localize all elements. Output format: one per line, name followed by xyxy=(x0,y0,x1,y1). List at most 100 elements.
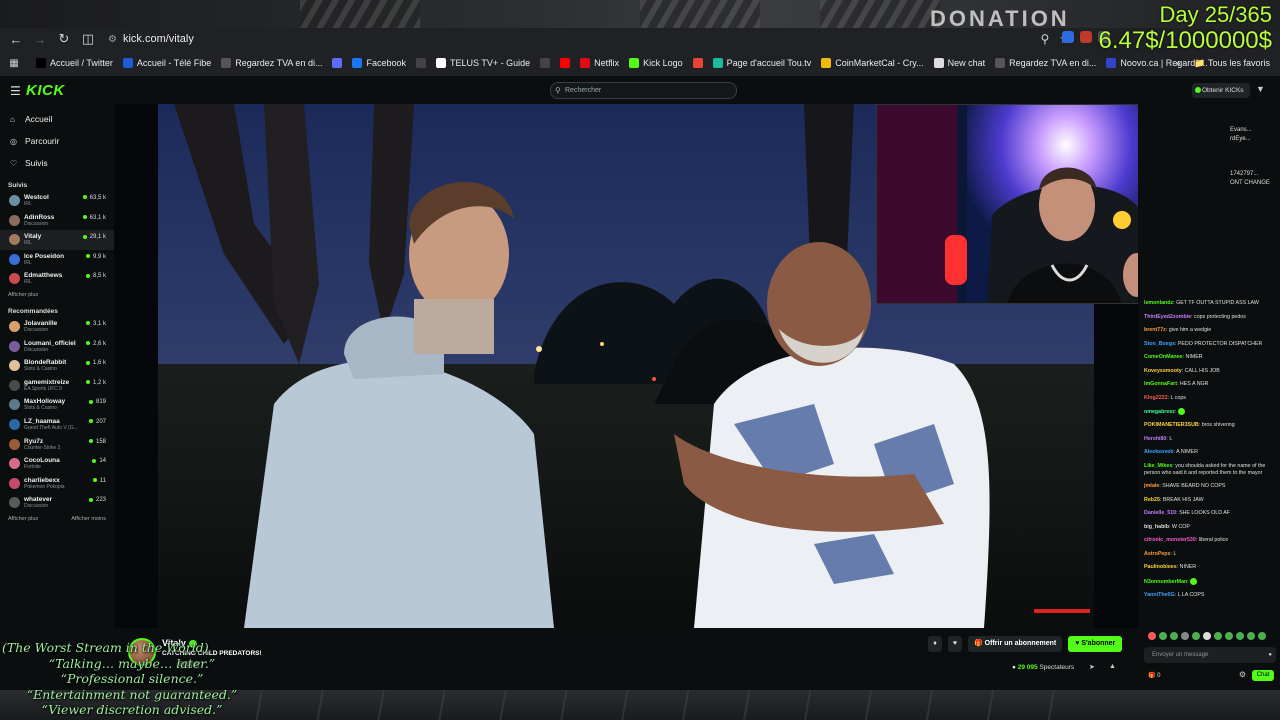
bookmark-item[interactable] xyxy=(415,58,426,68)
channel-category: IRL xyxy=(24,240,32,247)
chat-username[interactable]: Like_Mikes xyxy=(1144,463,1172,469)
menu-icon[interactable]: ☰ xyxy=(10,84,21,98)
show-less-link[interactable]: Afficher moins xyxy=(71,516,106,522)
chat-username[interactable]: big_habib xyxy=(1144,524,1169,530)
emote-icon[interactable] xyxy=(1148,632,1156,640)
channel-row[interactable]: Edmatthews IRL 8,5 k xyxy=(0,269,114,289)
share-icon[interactable]: ➤ xyxy=(1089,663,1095,671)
chat-username[interactable]: Klog2222 xyxy=(1144,395,1168,401)
emote-icon[interactable] xyxy=(1258,632,1266,640)
bookmark-item[interactable]: Accueil / Twitter xyxy=(36,58,113,68)
show-more-link[interactable]: Afficher plus xyxy=(8,292,38,298)
avatar[interactable]: ▼ xyxy=(1256,84,1266,94)
emote-icon[interactable] xyxy=(1181,632,1189,640)
chat-username[interactable]: AstroPeps xyxy=(1144,551,1171,557)
channel-row[interactable]: whatever Discussion 223 xyxy=(0,493,114,513)
bookmark-item[interactable]: TELUS TV+ - Guide xyxy=(435,58,530,68)
chat-username[interactable]: ImGonnaFart xyxy=(1144,381,1177,387)
channel-row[interactable]: gamemixtreize EA Sports UFC 5 1,2 k xyxy=(0,376,114,396)
chat-points[interactable]: 🎁 0 xyxy=(1148,672,1161,679)
chat-username[interactable]: Hershi80 xyxy=(1144,436,1166,442)
chat-input[interactable]: Envoyer un message ● xyxy=(1144,647,1276,663)
emote-icon[interactable] xyxy=(1247,632,1255,640)
channel-row[interactable]: MaxHolloway Slots & Casino 819 xyxy=(0,395,114,415)
bookmark-item[interactable]: New chat xyxy=(933,58,986,68)
channel-row[interactable]: LZ_haamaa Grand Theft Auto V (G... 207 xyxy=(0,415,114,435)
extension-icon[interactable] xyxy=(1062,31,1074,43)
channel-row[interactable]: Westcol IRL 63,5 k xyxy=(0,191,114,211)
zoom-icon[interactable]: ⚲ xyxy=(1040,32,1049,46)
chat-username[interactable]: brent77z xyxy=(1144,327,1166,333)
channel-row[interactable]: Vitaly IRL 29,1 k xyxy=(0,230,114,250)
chat-username[interactable]: Reb25 xyxy=(1144,497,1160,503)
chat-settings-icon[interactable]: ⚙ xyxy=(1239,670,1246,679)
chat-username[interactable]: YanniThe0G xyxy=(1144,592,1175,598)
channel-row[interactable]: Loumani_officiel Discussion 2,6 k xyxy=(0,337,114,357)
emote-icon[interactable] xyxy=(1170,632,1178,640)
emote-icon[interactable] xyxy=(1203,632,1211,640)
emote-icon[interactable] xyxy=(1225,632,1233,640)
kick-logo[interactable]: KICK xyxy=(26,82,65,99)
chat-username[interactable]: POKIMANETIER3SUB xyxy=(1144,422,1199,428)
more-bookmarks-icon[interactable]: » xyxy=(1175,58,1180,68)
extension-icon[interactable] xyxy=(1080,31,1092,43)
sidebar-item-suivis[interactable]: ♡ Suivis xyxy=(10,152,114,174)
bookmark-item[interactable] xyxy=(332,58,343,68)
back-icon[interactable]: ← xyxy=(4,28,28,50)
channel-row[interactable]: AdinRoss Discussion 63,1 k xyxy=(0,211,114,231)
chat-username[interactable]: jmtale xyxy=(1144,483,1159,489)
chat-username[interactable]: Koveyssmooty xyxy=(1144,368,1182,374)
bookmark-item[interactable]: Regardez TVA en di... xyxy=(995,58,1096,68)
reload-icon[interactable]: ↻ xyxy=(52,28,76,50)
emote-icon[interactable] xyxy=(1159,632,1167,640)
notification-bell-icon[interactable]: ♦ xyxy=(928,636,942,652)
bookmark-item[interactable]: CoinMarketCal - Cry... xyxy=(821,58,924,68)
split-view-icon[interactable]: ◫ xyxy=(76,28,100,50)
bookmark-item[interactable]: Facebook xyxy=(352,58,406,68)
chat-username[interactable]: Danielle_510 xyxy=(1144,510,1176,516)
chat-username[interactable]: ThirdEyed2zombie xyxy=(1144,314,1191,320)
emoji-icon[interactable]: ● xyxy=(1268,647,1272,663)
channel-row[interactable]: Ice Poseidon IRL 9,9 k xyxy=(0,250,114,270)
sidebar-item-parcourir[interactable]: ◎ Parcourir xyxy=(10,130,114,152)
bookmark-item[interactable]: Regardez TVA en di... xyxy=(221,58,322,68)
report-icon[interactable]: ▲ xyxy=(1109,663,1116,670)
chat-username[interactable]: Ston_Boegs xyxy=(1144,341,1175,347)
emote-icon[interactable] xyxy=(1214,632,1222,640)
bookmark-item[interactable]: Accueil - Télé Fibe xyxy=(122,58,211,68)
bookmark-item[interactable]: Page d'accueil Tou.tv xyxy=(712,58,811,68)
address-bar[interactable]: ⚙ kick.com/vitaly xyxy=(108,33,194,45)
apps-grid-icon[interactable]: ▦ xyxy=(2,52,26,74)
heart-icon[interactable]: ♥ xyxy=(948,636,962,652)
channel-row[interactable]: CocoLouna Fortnite 14 xyxy=(0,454,114,474)
bookmark-item[interactable] xyxy=(560,58,571,68)
channel-row[interactable]: charliebexx Pokemon Pokopia 11 xyxy=(0,474,114,494)
bookmark-item[interactable] xyxy=(692,58,703,68)
site-info-icon[interactable]: ⚙ xyxy=(108,34,117,45)
chat-username[interactable]: Paulinobiees xyxy=(1144,564,1177,570)
gift-subscription-button[interactable]: 🎁 Offrir un abonnement xyxy=(968,636,1063,652)
channel-row[interactable]: Ryu7z Counter-Strike 2 158 xyxy=(0,435,114,455)
chat-username[interactable]: citronic_monster530 xyxy=(1144,537,1196,543)
chat-username[interactable]: omegabreez xyxy=(1144,409,1175,415)
bookmark-label: New chat xyxy=(947,58,986,68)
follow-button[interactable]: ♥ S'abonner xyxy=(1068,636,1123,652)
bookmark-item[interactable]: Kick Logo xyxy=(629,58,683,68)
sidebar-item-accueil[interactable]: ⌂ Accueil xyxy=(10,108,114,130)
channel-row[interactable]: Jolavanille Discussion 3,1 k xyxy=(0,317,114,337)
search-input[interactable]: ⚲ Rechercher xyxy=(550,82,737,99)
bookmark-item[interactable]: Netflix xyxy=(580,58,619,68)
chat-send-button[interactable]: Chat xyxy=(1252,670,1274,681)
emote-icon[interactable] xyxy=(1236,632,1244,640)
bookmark-item[interactable] xyxy=(540,58,551,68)
chat-username[interactable]: ComeOnManee xyxy=(1144,354,1183,360)
get-kicks-button[interactable]: Obtenir KICKs xyxy=(1192,83,1250,98)
all-bookmarks[interactable]: 📁 Tous les favoris xyxy=(1194,58,1270,69)
emote-icon[interactable] xyxy=(1192,632,1200,640)
chat-username[interactable]: lemonlandz xyxy=(1144,300,1173,306)
forward-icon[interactable]: → xyxy=(28,28,52,50)
chat-username[interactable]: N3onnumberMan xyxy=(1144,579,1187,585)
channel-row[interactable]: BlondeRabbit Slots & Casino 1,6 k xyxy=(0,356,114,376)
show-more-link[interactable]: Afficher plus xyxy=(8,516,38,522)
chat-username[interactable]: Aleeksoveb xyxy=(1144,449,1173,455)
